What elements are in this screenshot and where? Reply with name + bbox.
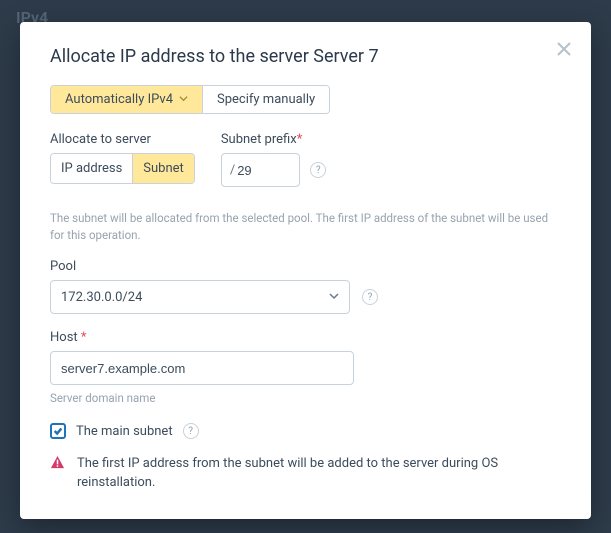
prefix-input-wrap[interactable]: /: [221, 153, 300, 187]
pool-select[interactable]: 172.30.0.0/24: [50, 280, 350, 314]
prefix-input[interactable]: [237, 163, 291, 178]
allocate-label: Allocate to server: [50, 132, 195, 147]
mode-manual-label: Specify manually: [217, 92, 315, 107]
main-subnet-row: The main subnet ?: [50, 423, 561, 439]
allocate-ip-modal: Allocate IP address to the server Server…: [20, 22, 591, 519]
main-subnet-checkbox[interactable]: [50, 423, 66, 439]
chevron-down-icon: [179, 92, 188, 107]
allocate-ip-button[interactable]: IP address: [51, 154, 132, 183]
warning-text: The first IP address from the subnet wil…: [77, 455, 561, 493]
close-icon[interactable]: [555, 40, 573, 58]
mode-manual-button[interactable]: Specify manually: [202, 86, 329, 113]
mode-auto-button[interactable]: Automatically IPv4: [51, 86, 202, 113]
host-input[interactable]: [50, 351, 354, 385]
host-label-text: Host: [50, 330, 78, 345]
pool-value: 172.30.0.0/24: [61, 290, 142, 305]
host-hint: Server domain name: [50, 391, 561, 405]
required-asterisk: *: [297, 132, 303, 147]
allocate-ip-label: IP address: [61, 161, 122, 176]
prefix-label: Subnet prefix*: [221, 132, 326, 147]
host-block: Host * Server domain name: [50, 330, 561, 405]
mode-segmented: Automatically IPv4 Specify manually: [50, 85, 330, 114]
warning-icon: [50, 455, 65, 474]
main-subnet-label: The main subnet: [76, 424, 173, 439]
pool-label: Pool: [50, 259, 561, 274]
allocate-segmented: IP address Subnet: [50, 153, 195, 184]
required-asterisk: *: [81, 330, 87, 345]
prefix-label-text: Subnet prefix: [221, 132, 297, 147]
help-icon[interactable]: ?: [183, 423, 199, 439]
mode-auto-label: Automatically IPv4: [65, 92, 173, 107]
prefix-block: Subnet prefix* / ?: [221, 132, 326, 202]
prefix-slash: /: [230, 163, 235, 178]
modal-title: Allocate IP address to the server Server…: [50, 46, 561, 67]
pool-block: Pool 172.30.0.0/24 ?: [50, 259, 561, 314]
allocate-block: Allocate to server IP address Subnet: [50, 132, 195, 202]
chevron-down-icon: [329, 290, 339, 305]
allocate-subnet-button[interactable]: Subnet: [132, 154, 194, 183]
host-label: Host *: [50, 330, 561, 345]
help-icon[interactable]: ?: [362, 289, 378, 305]
help-icon[interactable]: ?: [310, 162, 326, 178]
subnet-hint: The subnet will be allocated from the se…: [50, 210, 561, 243]
warning-row: The first IP address from the subnet wil…: [50, 455, 561, 493]
allocate-subnet-label: Subnet: [143, 161, 184, 176]
